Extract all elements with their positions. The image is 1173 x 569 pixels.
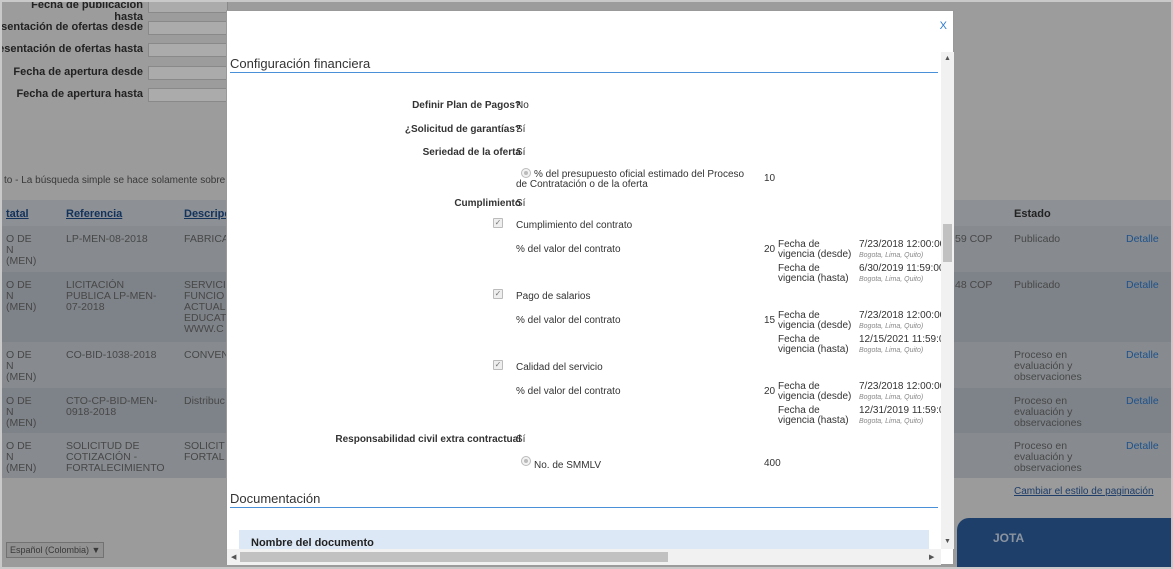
smmlv-amount: 400 [764, 458, 781, 469]
horizontal-scrollbar[interactable]: ◀ ▶ [227, 549, 941, 565]
guarantee-pct-label: % del valor del contrato [516, 244, 621, 255]
vigencia-hasta-label: Fecha de vigencia (hasta) [778, 263, 849, 284]
guarantee-pct-label: % del valor del contrato [516, 315, 621, 326]
scroll-left-icon[interactable]: ◀ [231, 553, 236, 561]
modal-body: Configuración financiera Definir Plan de… [227, 52, 941, 549]
pago-salarios-checkbox[interactable]: ✓ [493, 289, 503, 299]
smmlv-radio[interactable] [521, 456, 531, 466]
guarantee-pct: 20 [764, 386, 776, 397]
vertical-scroll-thumb[interactable] [943, 224, 952, 262]
documents-table-header: Nombre del documento [239, 530, 929, 549]
vigencia-hasta-date: 6/30/2019 11:59:00 [859, 263, 941, 274]
vigencia-desde: Fecha de vigencia (desde) 7/23/2018 12:0… [778, 382, 941, 404]
vigencia-desde-label: Fecha de vigencia (desde) [778, 239, 852, 260]
timezone-note: Bogota, Lima, Quito) [859, 276, 924, 283]
timezone-note: Bogota, Lima, Quito) [859, 252, 924, 259]
guarantee-name: Cumplimiento del contrato [516, 220, 633, 231]
vigencia-hasta: Fecha de vigencia (hasta) 12/15/2021 11:… [778, 335, 941, 357]
vigencia-desde-date: 7/23/2018 12:00:00 [859, 381, 941, 392]
vigencia-hasta-date: 12/31/2019 11:59:0 [859, 405, 941, 416]
vigencia-hasta: Fecha de vigencia (hasta) 12/31/2019 11:… [778, 406, 941, 428]
cumplimiento-value: Sí [516, 198, 526, 209]
definir-plan-label: Definir Plan de Pagos? [412, 100, 521, 111]
guarantee-name: Calidad del servicio [516, 362, 603, 373]
vigencia-desde: Fecha de vigencia (desde) 7/23/2018 12:0… [778, 240, 941, 262]
guarantee-pct: 15 [764, 315, 776, 326]
timezone-note: Bogota, Lima, Quito) [859, 323, 924, 330]
vigencia-hasta-label: Fecha de vigencia (hasta) [778, 334, 849, 355]
timezone-note: Bogota, Lima, Quito) [859, 394, 924, 401]
rc-value: Sí [516, 434, 526, 445]
modal-dialog: X Configuración financiera Definir Plan … [226, 10, 954, 565]
cumplimiento-contrato-checkbox[interactable]: ✓ [493, 218, 503, 228]
horizontal-scroll-thumb[interactable] [240, 552, 668, 562]
seriedad-label: Seriedad de la oferta [422, 147, 521, 158]
vigencia-desde-date: 7/23/2018 12:00:00 [859, 239, 941, 250]
vertical-scrollbar[interactable]: ▲ ▼ [941, 52, 954, 549]
timezone-note: Bogota, Lima, Quito) [859, 418, 924, 425]
solicitud-garantias-label: ¿Solicitud de garantías? [404, 124, 521, 135]
vigencia-desde-date: 7/23/2018 12:00:00 [859, 310, 941, 321]
app-frame: Fecha de publicación hasta Presentación … [0, 0, 1173, 569]
guarantee-name: Pago de salarios [516, 291, 591, 302]
vigencia-hasta-date: 12/15/2021 11:59:0 [859, 334, 941, 345]
smmlv-option-text: No. de SMMLV [534, 460, 602, 471]
rc-label: Responsabilidad civil extra contractual [335, 434, 521, 445]
vigencia-hasta: Fecha de vigencia (hasta) 6/30/2019 11:5… [778, 264, 941, 286]
vigencia-desde-label: Fecha de vigencia (desde) [778, 310, 852, 331]
close-button[interactable]: X [940, 20, 947, 32]
guarantee-pct: 20 [764, 244, 776, 255]
vigencia-hasta-label: Fecha de vigencia (hasta) [778, 405, 849, 426]
cumplimiento-label: Cumplimiento [454, 198, 521, 209]
scroll-down-icon[interactable]: ▼ [944, 538, 951, 545]
definir-plan-value: No [516, 100, 529, 111]
vigencia-desde: Fecha de vigencia (desde) 7/23/2018 12:0… [778, 311, 941, 333]
section-title-docs: Documentación [230, 491, 938, 508]
seriedad-amount: 10 [764, 173, 776, 184]
seriedad-value: Sí [516, 147, 526, 158]
section-title-financial: Configuración financiera [230, 56, 938, 73]
scroll-up-icon[interactable]: ▲ [944, 55, 951, 62]
timezone-note: Bogota, Lima, Quito) [859, 347, 924, 354]
seriedad-option-text: % del presupuesto oficial estimado del P… [516, 169, 745, 190]
solicitud-garantias-value: Sí [516, 124, 526, 135]
vigencia-desde-label: Fecha de vigencia (desde) [778, 381, 852, 402]
scroll-right-icon[interactable]: ▶ [929, 553, 934, 561]
guarantee-pct-label: % del valor del contrato [516, 386, 621, 397]
calidad-servicio-checkbox[interactable]: ✓ [493, 360, 503, 370]
